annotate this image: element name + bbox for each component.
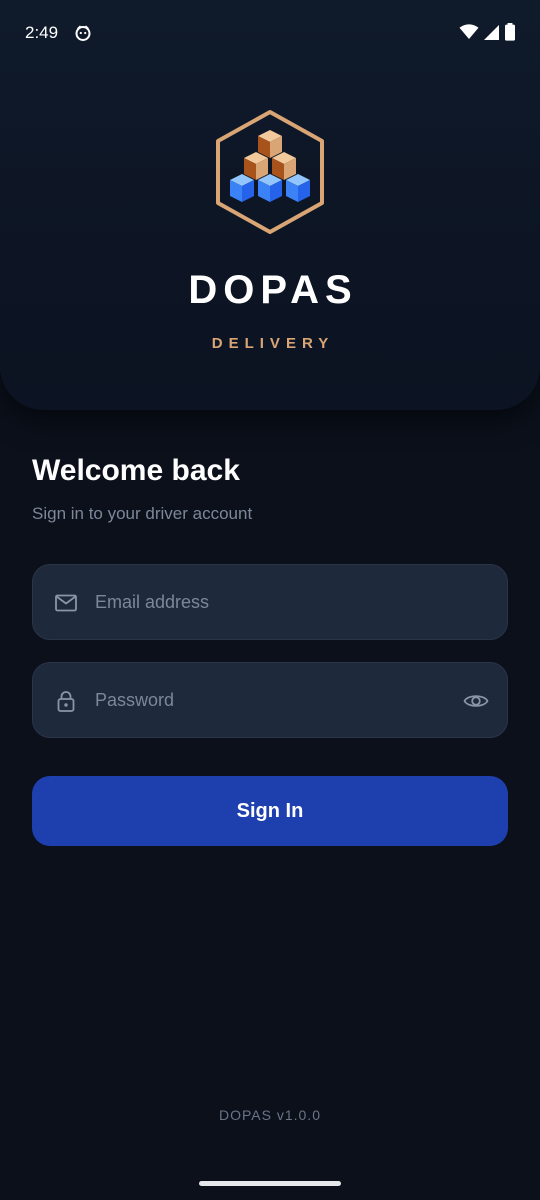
brand-tagline: DELIVERY (211, 335, 335, 352)
password-field[interactable] (32, 662, 508, 738)
lock-icon (57, 691, 75, 712)
wifi-icon (459, 24, 479, 39)
app-version: DOPAS v1.0.0 (218, 1107, 321, 1123)
email-field[interactable] (32, 564, 508, 640)
home-indicator[interactable] (199, 1181, 341, 1186)
page-subtitle: Sign in to your driver account (32, 504, 253, 523)
login-screen: 2:49 DOPAS DELIVERY Welcome back Sign in… (0, 0, 540, 1200)
brand-name: DOPAS (188, 268, 358, 312)
page-title: Welcome back (32, 454, 240, 487)
status-time: 2:49 (25, 23, 59, 42)
app-notification-icon (75, 25, 91, 41)
battery-icon (505, 23, 515, 41)
password-input[interactable] (95, 663, 455, 737)
status-bar: 2:49 (0, 0, 540, 64)
cellular-signal-icon (484, 24, 499, 40)
status-icons (459, 23, 516, 41)
sign-in-button[interactable]: Sign In (32, 776, 508, 846)
dopas-logo-icon (216, 110, 324, 234)
email-input[interactable] (95, 565, 455, 639)
eye-icon[interactable] (463, 689, 489, 713)
mail-icon (55, 594, 77, 612)
